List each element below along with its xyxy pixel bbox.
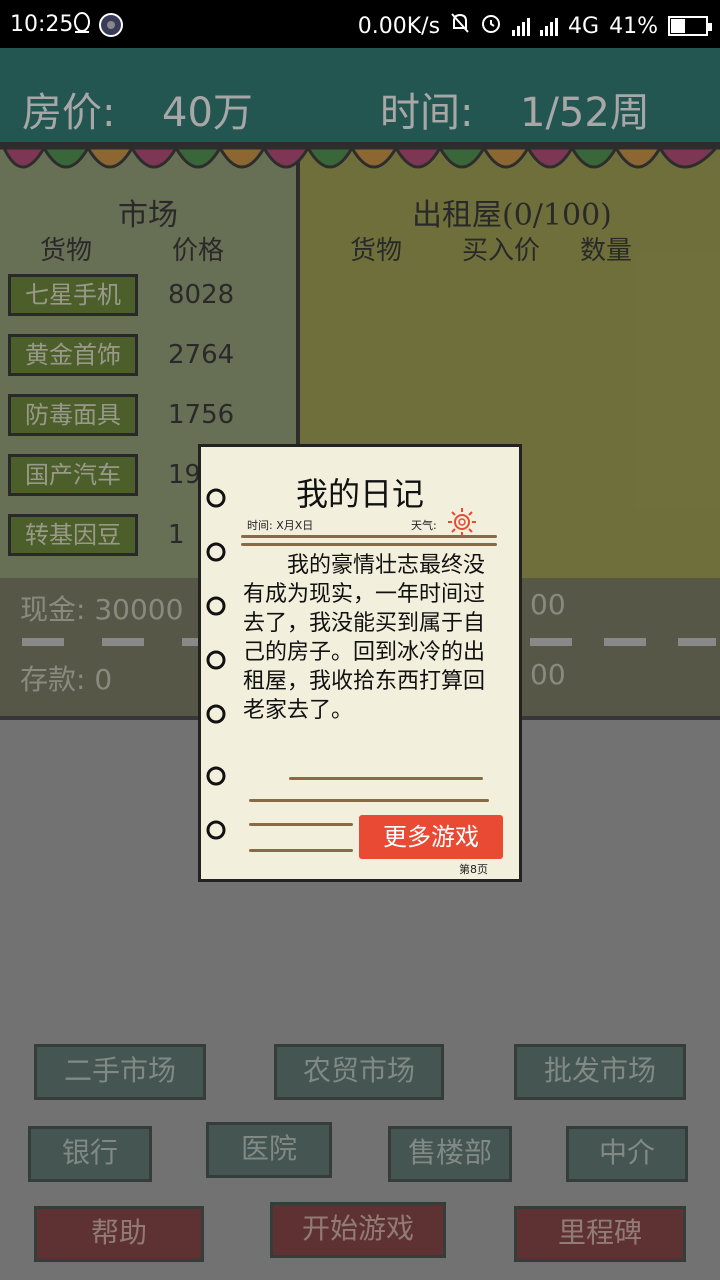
spiral-ring-icon [206,542,226,562]
signal-icon [512,16,531,36]
status-bar: 10:25 0.00K/s 4G 41% [0,0,720,48]
battery-percent: 41% [609,13,658,39]
mute-bell-icon [450,12,470,40]
spiral-ring-icon [206,488,226,508]
spiral-ring-icon [206,704,226,724]
spiral-ring-icon [206,766,226,786]
app-icon [98,12,124,44]
diary-weather-meta: 天气: [411,519,437,532]
spiral-ring-icon [206,650,226,670]
paper-rule [249,823,353,826]
paper-rule [249,849,353,852]
diary-body: 我的豪情壮志最终没有成为现实，一年时间过去了，我没能买到属于自己的房子。回到冰冷… [243,553,486,723]
network-type: 4G [568,13,600,39]
spiral-ring-icon [206,596,226,616]
qq-icon [72,12,92,42]
sun-icon [448,508,476,536]
page-number: 第8页 [459,863,488,876]
paper-rule [249,799,489,802]
paper-rule [289,777,483,780]
diary-time-meta: 时间: X月X日 [247,519,314,532]
status-time: 10:25 [10,12,74,37]
spiral-ring-icon [206,820,226,840]
alarm-icon [480,12,502,40]
diary-dialog: 我的日记 时间: X月X日 天气: 我的豪情壮志最终没有成为现实，一年时间过去了… [198,444,522,882]
paper-rule [241,535,497,538]
signal-icon [540,16,559,36]
more-games-button[interactable]: 更多游戏 [359,815,503,859]
paper-rule [241,543,497,546]
network-speed: 0.00K/s [357,13,441,39]
battery-icon [668,16,712,36]
